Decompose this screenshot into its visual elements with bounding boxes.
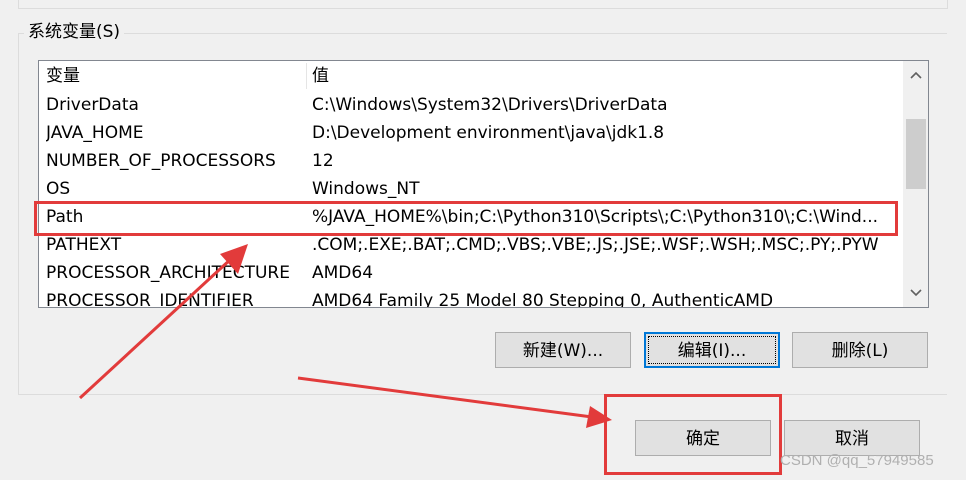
annotation-arrows	[78, 244, 612, 428]
arrow-to-ok-head	[586, 406, 612, 428]
arrow-to-path-head	[220, 244, 248, 274]
arrow-to-path-line	[78, 256, 234, 400]
arrow-to-ok-line	[297, 376, 593, 419]
watermark: CSDN @qq_57949585	[780, 452, 934, 469]
